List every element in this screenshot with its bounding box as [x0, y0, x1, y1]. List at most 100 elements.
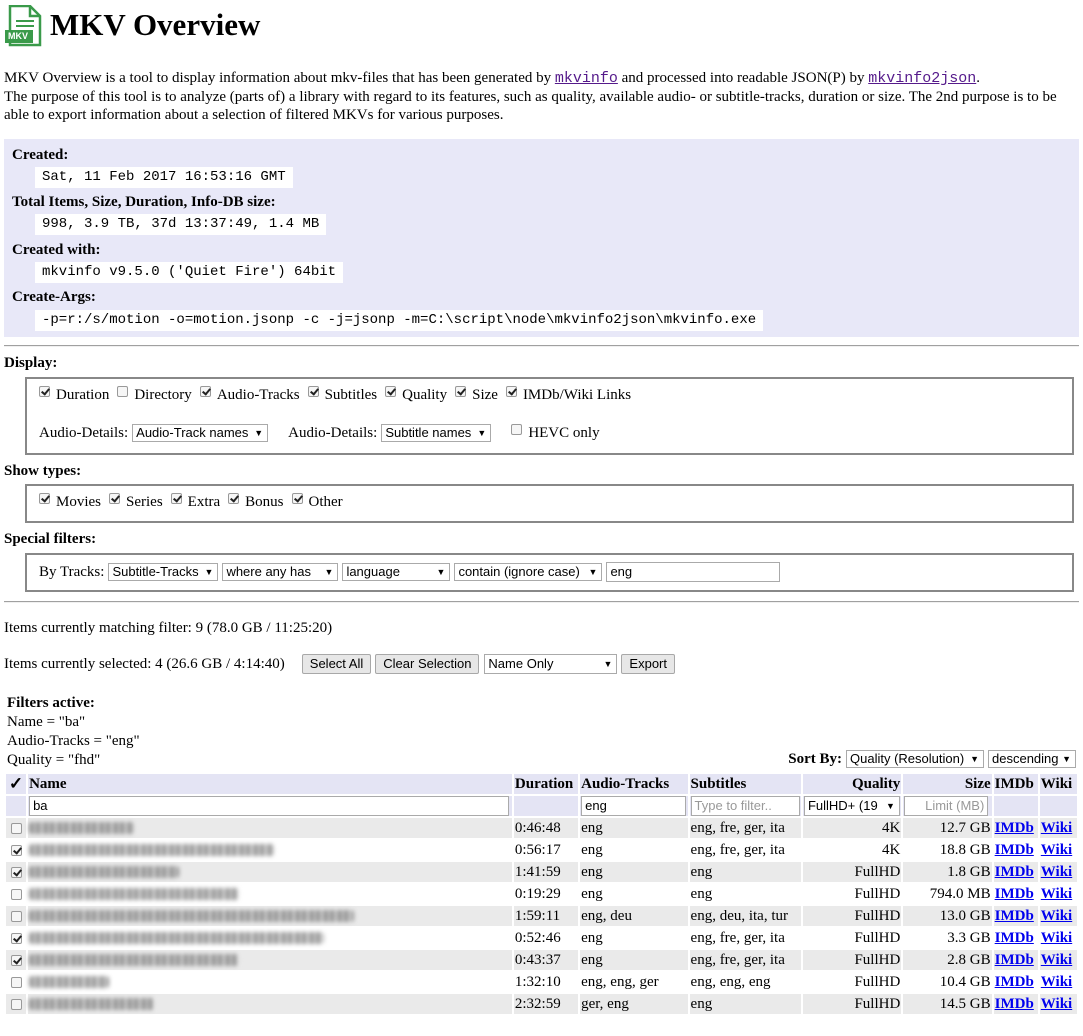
table-row[interactable]: 0:52:46 eng eng, fre, ger, ita FullHD 3.3 GB…	[6, 928, 1077, 948]
create-args-label: Create-Args:	[12, 289, 96, 305]
wiki-link[interactable]: Wiki	[1041, 930, 1072, 946]
display-checkbox-label: Duration	[56, 387, 110, 403]
filters-active: Filters active: Name = "ba" Audio-Tracks…	[7, 694, 140, 770]
wiki-link[interactable]: Wiki	[1041, 886, 1072, 902]
filter-value-input[interactable]: eng	[606, 562, 781, 582]
mkvinfo-link[interactable]: mkvinfo	[555, 70, 618, 87]
imdb-link[interactable]: IMDb	[995, 842, 1034, 858]
size-column-header[interactable]: Size	[903, 774, 992, 794]
sort-field-select[interactable]: Quality (Resolution) ▼	[846, 750, 984, 768]
name-cell	[28, 862, 512, 882]
quality-filter-select[interactable]: FullHD+ (19 ▼	[803, 796, 900, 816]
imdb-cell: IMDb	[993, 906, 1038, 926]
created-with-value: mkvinfo v9.5.0 ('Quiet Fire') 64bit	[35, 262, 344, 283]
subtitles-column-header[interactable]: Subtitles	[689, 774, 801, 794]
display-checkbox-5[interactable]	[455, 386, 467, 397]
table-row[interactable]: 1:41:59 eng eng FullHD 1.8 GB IMDb Wiki	[6, 862, 1077, 882]
mkvinfo2json-link[interactable]: mkvinfo2json	[868, 70, 976, 87]
name-cell	[28, 906, 512, 926]
row-select-cell	[6, 972, 26, 992]
imdb-link[interactable]: IMDb	[995, 952, 1034, 968]
table-row[interactable]: 1:32:10 eng, eng, ger eng, eng, eng FullHD 1…	[6, 972, 1077, 992]
imdb-link[interactable]: IMDb	[995, 974, 1034, 990]
wiki-link[interactable]: Wiki	[1041, 996, 1072, 1012]
chevron-down-icon: ▼	[970, 754, 979, 764]
quality-column-header[interactable]: Quality	[802, 774, 902, 794]
hevc-only-label: HEVC only	[528, 424, 600, 441]
duration-cell: 0:52:46	[514, 929, 561, 946]
name-filter-input[interactable]: ba	[29, 796, 510, 816]
wiki-link[interactable]: Wiki	[1041, 820, 1072, 836]
size-cell: 10.4 GB	[939, 973, 991, 990]
table-row[interactable]: 2:32:59 ger, eng eng FullHD 14.5 GB IMDb Wiki	[6, 994, 1077, 1014]
table-row[interactable]: 0:56:17 eng eng, fre, ger, ita 4K 18.8 GB IMD…	[6, 840, 1077, 860]
imdb-link[interactable]: IMDb	[995, 908, 1034, 924]
table-row[interactable]: 1:59:11 eng, deu eng, deu, ita, tur FullHD 1…	[6, 906, 1077, 926]
wiki-cell: Wiki	[1039, 862, 1077, 882]
table-row[interactable]: 0:46:48 eng eng, fre, ger, ita 4K 12.7 GB IMD…	[6, 818, 1077, 838]
name-filter-cell: ba	[28, 796, 512, 816]
row-select-checkbox[interactable]	[10, 954, 22, 966]
types-checkbox-3[interactable]	[228, 493, 240, 504]
types-checkbox-4[interactable]	[291, 493, 303, 504]
row-select-checkbox[interactable]	[10, 932, 22, 944]
row-select-checkbox[interactable]	[10, 844, 22, 856]
row-select-checkbox[interactable]	[10, 910, 22, 922]
export-mode-select[interactable]: Name Only ▼	[484, 654, 618, 674]
imdb-link[interactable]: IMDb	[995, 930, 1034, 946]
wiki-filter-cell	[1039, 796, 1077, 816]
special-filters-title: Special filters:	[4, 531, 97, 547]
wiki-link[interactable]: Wiki	[1041, 864, 1072, 880]
row-select-checkbox[interactable]	[10, 866, 22, 878]
quality-cell: 4K	[881, 841, 901, 858]
duration-cell: 0:43:37	[513, 950, 579, 970]
types-checkbox-2[interactable]	[170, 493, 182, 504]
size-filter-input[interactable]: Limit (MB)	[904, 796, 989, 816]
display-checkbox-4[interactable]	[385, 386, 397, 397]
chevron-down-icon: ▼	[588, 567, 598, 577]
where-select[interactable]: where any has ▼	[222, 563, 339, 581]
row-select-cell	[6, 906, 27, 926]
export-button[interactable]: Export	[621, 654, 675, 674]
duration-column-header[interactable]: Duration	[513, 774, 579, 794]
wiki-link[interactable]: Wiki	[1041, 842, 1072, 858]
select-all-button[interactable]: Select All	[301, 654, 372, 674]
intro-line1-mid: and processed into readable JSON(P) by	[617, 70, 869, 86]
results-table: ✓ Name Duration Audio-Tracks Subtitles Q…	[4, 772, 1079, 1016]
name-column-header[interactable]: Name	[28, 774, 512, 794]
wiki-link[interactable]: Wiki	[1041, 974, 1072, 990]
sort-order-select[interactable]: descending ▼	[988, 750, 1076, 768]
redacted-name	[29, 910, 355, 923]
display-checkbox-0[interactable]	[39, 386, 50, 397]
size-filter-cell: Limit (MB)	[903, 796, 992, 816]
display-checkbox-6[interactable]	[505, 386, 517, 397]
imdb-link[interactable]: IMDb	[995, 864, 1034, 880]
imdb-link[interactable]: IMDb	[995, 996, 1034, 1012]
wiki-link[interactable]: Wiki	[1041, 908, 1072, 924]
field-select[interactable]: language ▼	[342, 563, 451, 581]
row-select-checkbox[interactable]	[10, 888, 22, 900]
subtitle-details-select[interactable]: Subtitle names ▼	[381, 424, 492, 442]
audio-filter-input[interactable]: eng	[581, 796, 687, 816]
imdb-link[interactable]: IMDb	[995, 886, 1034, 902]
clear-selection-button[interactable]: Clear Selection	[375, 654, 480, 674]
table-row[interactable]: 0:19:29 eng eng FullHD 794.0 MB IMDb Wiki	[6, 884, 1077, 904]
wiki-link[interactable]: Wiki	[1041, 952, 1072, 968]
hevc-only-checkbox[interactable]	[511, 423, 523, 435]
track-type-select[interactable]: Subtitle-Tracks ▼	[108, 563, 219, 581]
types-checkbox-1[interactable]	[109, 493, 120, 504]
subtitles-filter-input[interactable]: Type to filter..	[690, 796, 800, 816]
row-select-checkbox[interactable]	[10, 998, 22, 1010]
display-checkbox-2[interactable]	[199, 386, 211, 397]
imdb-link[interactable]: IMDb	[995, 820, 1034, 836]
display-checkbox-1[interactable]	[117, 386, 129, 397]
select-column-header[interactable]: ✓	[6, 774, 27, 794]
row-select-checkbox[interactable]	[10, 822, 22, 834]
display-checkbox-3[interactable]	[307, 386, 319, 397]
audio-column-header[interactable]: Audio-Tracks	[580, 774, 688, 794]
audio-details-select[interactable]: Audio-Track names ▼	[132, 424, 269, 442]
operator-select[interactable]: contain (ignore case) ▼	[454, 563, 603, 581]
row-select-checkbox[interactable]	[10, 976, 22, 988]
table-row[interactable]: 0:43:37 eng eng, fre, ger, ita FullHD 2.8 GB…	[6, 950, 1077, 970]
types-checkbox-0[interactable]	[39, 493, 50, 504]
